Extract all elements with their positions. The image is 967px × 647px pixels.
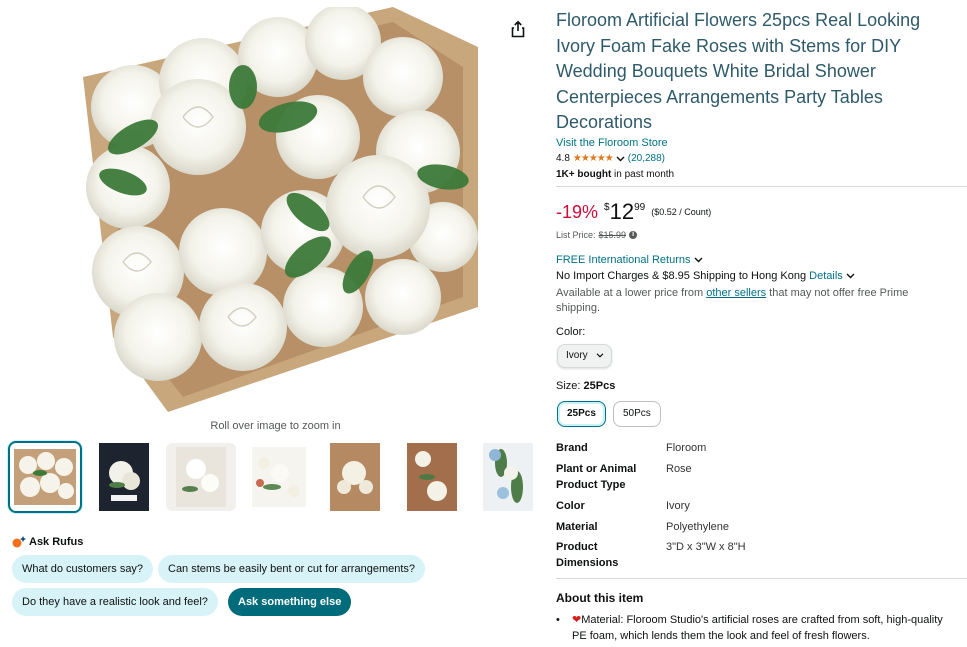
- size-label: Size: 25Pcs: [556, 380, 615, 392]
- color-dropdown-value: Ivory: [566, 350, 588, 361]
- product-details: Floroom Artificial Flowers 25pcs Real Lo…: [556, 0, 967, 647]
- price-fraction: 99: [634, 202, 646, 213]
- chevron-down-icon: [694, 257, 703, 263]
- ask-rufus-title: Ask Rufus: [29, 536, 84, 548]
- price-block: -19% $ 12 99 ($0.52 / Count): [556, 200, 711, 224]
- spec-value-color: Ivory: [666, 500, 690, 512]
- main-product-image[interactable]: [73, 4, 478, 412]
- product-title: Floroom Artificial Flowers 25pcs Real Lo…: [556, 10, 921, 132]
- about-bullet-body: Material: Floroom Studio's artificial ro…: [572, 614, 943, 642]
- divider: [556, 578, 967, 579]
- shipping-details-link[interactable]: Details: [809, 270, 843, 282]
- rufus-chip-stems-bent[interactable]: Can stems be easily bent or cut for arra…: [158, 555, 426, 583]
- thumbnail-strip: [8, 441, 543, 513]
- rufus-icon: [12, 536, 26, 548]
- image-gallery: Roll over image to zoom in Ask Rufus Wha…: [0, 0, 545, 647]
- thumbnail-4[interactable]: [244, 443, 314, 511]
- other-sellers-link[interactable]: other sellers: [706, 287, 766, 299]
- size-option-25pcs[interactable]: 25Pcs: [557, 401, 606, 427]
- spec-value-product-type: Rose: [666, 463, 692, 475]
- list-price-value: $15.99: [598, 230, 627, 240]
- returns-label: FREE International Returns: [556, 254, 691, 266]
- divider: [556, 186, 967, 187]
- thumbnail-2[interactable]: [89, 443, 159, 511]
- rufus-chip-realistic-look[interactable]: Do they have a realistic look and feel?: [12, 588, 218, 616]
- spec-value-brand: Floroom: [666, 442, 707, 454]
- bullet-marker: •: [556, 614, 560, 626]
- rating-row: 4.8 ★★★★★ (20,288): [556, 153, 665, 164]
- unit-price: ($0.52 / Count): [651, 207, 712, 217]
- bought-badge: 1K+ bought in past month: [556, 169, 674, 180]
- color-dropdown[interactable]: Ivory: [557, 344, 612, 368]
- spec-label-color: Color: [556, 500, 585, 512]
- size-label-text: Size:: [556, 380, 581, 392]
- avail-pre: Available at a lower price from: [556, 287, 707, 299]
- rufus-chip-customers-say[interactable]: What do customers say?: [12, 555, 154, 583]
- zoom-hint: Roll over image to zoom in: [210, 420, 341, 432]
- color-label: Color:: [556, 326, 586, 338]
- star-rating-icon[interactable]: ★★★★★: [573, 153, 614, 164]
- size-option-50pcs[interactable]: 50Pcs: [613, 401, 661, 427]
- thumbnail-1[interactable]: [8, 441, 82, 513]
- availability-note: Available at a lower price from other se…: [556, 286, 946, 316]
- thumbnail-3[interactable]: [166, 443, 236, 511]
- ask-something-else-button[interactable]: Ask something else: [228, 588, 352, 616]
- price-whole: 12: [609, 199, 635, 224]
- rating-value: 4.8: [556, 153, 570, 164]
- thumbnail-7[interactable]: [473, 443, 543, 511]
- shipping-text: No Import Charges & $8.95 Shipping to Ho…: [556, 270, 810, 282]
- ask-rufus-header: Ask Rufus: [12, 536, 83, 548]
- rating-count-link[interactable]: (20,288): [628, 153, 665, 164]
- discount-percent: -19%: [556, 202, 599, 222]
- spec-label-material: Material: [556, 521, 598, 533]
- bought-count: 1K+ bought: [556, 169, 612, 180]
- size-selected-value: 25Pcs: [583, 380, 616, 392]
- spec-label-product-type: Plant or Animal Product Type: [556, 463, 637, 491]
- store-link[interactable]: Visit the Floroom Store: [556, 137, 668, 149]
- info-icon[interactable]: i: [629, 231, 638, 239]
- chevron-down-icon: [597, 353, 604, 358]
- heart-icon: ❤: [572, 614, 582, 626]
- spec-label-dimensions: Product Dimensions: [556, 541, 619, 569]
- returns-link[interactable]: FREE International Returns: [556, 254, 703, 266]
- spec-value-material: Polyethylene: [666, 521, 729, 533]
- list-price: List Price: $15.99 i: [556, 230, 638, 240]
- thumbnail-5[interactable]: [320, 443, 390, 511]
- about-heading: About this item: [556, 591, 644, 605]
- shipping-info: No Import Charges & $8.95 Shipping to Ho…: [556, 270, 855, 282]
- about-bullet: • ❤Material: Floroom Studio's artificial…: [556, 612, 951, 644]
- spec-label-brand: Brand: [556, 442, 588, 454]
- chevron-down-icon[interactable]: [616, 156, 625, 162]
- thumbnail-6[interactable]: [397, 443, 467, 511]
- list-price-label: List Price:: [556, 230, 596, 240]
- bought-period: in past month: [611, 169, 675, 180]
- spec-value-dimensions: 3"D x 3"W x 8"H: [666, 541, 746, 553]
- chevron-down-icon[interactable]: [846, 273, 855, 279]
- share-icon[interactable]: [508, 19, 528, 39]
- about-bullet-text: ❤Material: Floroom Studio's artificial r…: [572, 612, 951, 644]
